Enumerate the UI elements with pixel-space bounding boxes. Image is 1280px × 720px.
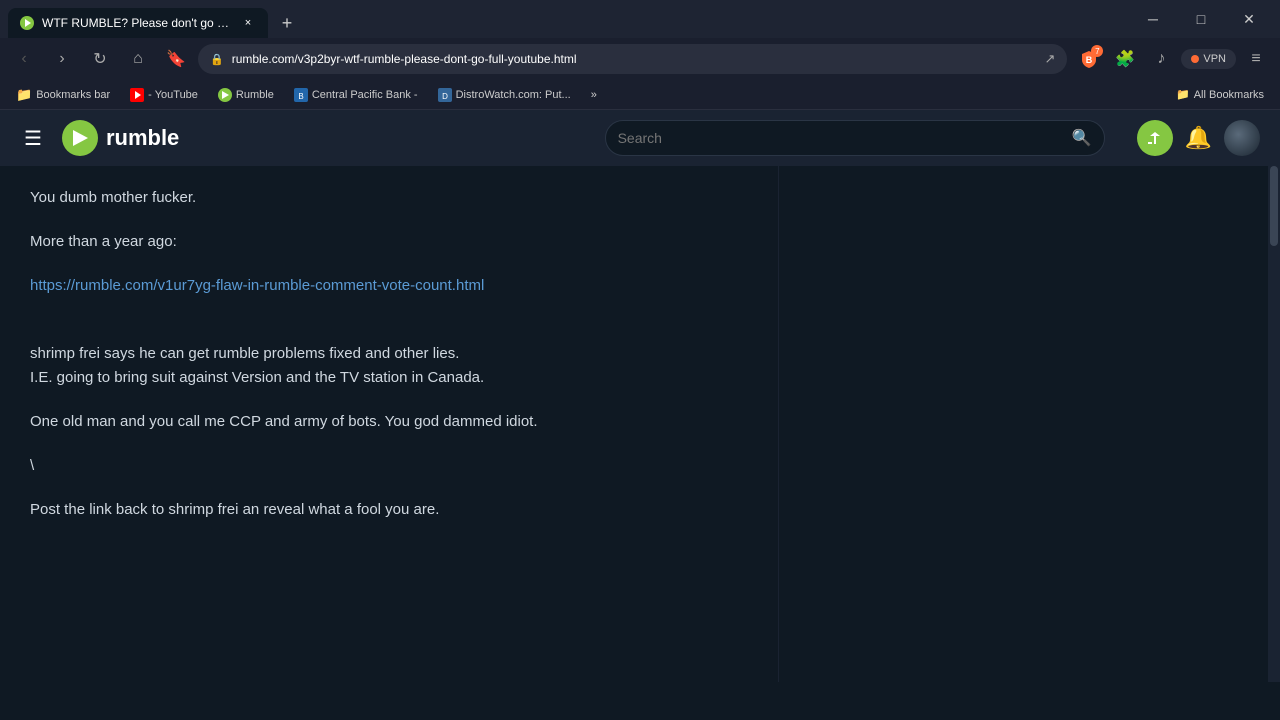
right-sidebar [778, 166, 1268, 682]
address-text: rumble.com/v3p2byr-wtf-rumble-please-don… [232, 52, 1037, 66]
comment-line-backslash: \ [30, 454, 740, 478]
bank-bookmark-label: Central Pacific Bank - [312, 89, 418, 101]
reload-button[interactable]: ↻ [84, 43, 116, 75]
bookmark-youtube[interactable]: - YouTube [122, 86, 206, 104]
svg-text:B: B [1086, 55, 1093, 65]
extensions-button[interactable]: 🧩 [1109, 43, 1141, 75]
vpn-button[interactable]: VPN [1181, 49, 1236, 69]
bank-favicon: B [294, 88, 308, 102]
music-button[interactable]: ♪ [1145, 43, 1177, 75]
browser-menu-button[interactable]: ≡ [1240, 43, 1272, 75]
tab-favicon [20, 16, 34, 30]
comment-content: You dumb mother fucker. More than a year… [0, 166, 770, 542]
search-bar[interactable]: 🔍 [605, 120, 1105, 156]
rumble-page: ☰ rumble 🔍 🔔 [0, 110, 1280, 682]
tab-title: WTF RUMBLE? Please don't go FUL [42, 16, 232, 30]
bookmarks-bar-label: Bookmarks bar [36, 89, 110, 101]
comment-text-post: Post the link back to shrimp frei an rev… [30, 501, 439, 518]
scrollbar-thumb[interactable] [1270, 166, 1278, 246]
upload-button[interactable] [1137, 120, 1173, 156]
window-close-button[interactable]: ✕ [1226, 0, 1272, 38]
navigation-bar: ‹ › ↻ ⌂ 🔖 🔒 rumble.com/v3p2byr-wtf-rumbl… [0, 38, 1280, 80]
tab-bar: WTF RUMBLE? Please don't go FUL × + ─ □ … [0, 0, 1280, 38]
back-button[interactable]: ‹ [8, 43, 40, 75]
svg-text:B: B [298, 92, 303, 101]
comment-line-2: More than a year ago: [30, 230, 740, 254]
brave-shields-button[interactable]: B 7 [1073, 43, 1105, 75]
rumble-favicon [218, 88, 232, 102]
svg-text:D: D [442, 92, 448, 101]
comment-link-paragraph: https://rumble.com/v1ur7yg-flaw-in-rumbl… [30, 274, 740, 298]
comment-text-1: You dumb mother fucker. [30, 189, 196, 206]
comment-text-ie: I.E. going to bring suit against Version… [30, 369, 484, 386]
scrollbar-track[interactable] [1268, 166, 1280, 682]
comment-text-backslash: \ [30, 457, 34, 474]
content-scroll-area[interactable]: You dumb mother fucker. More than a year… [0, 166, 778, 682]
comment-text-oldman: One old man and you call me CCP and army… [30, 413, 538, 430]
rumble-logo[interactable]: rumble [62, 120, 179, 156]
rumble-menu-button[interactable]: ☰ [20, 122, 46, 155]
comment-line-ie: I.E. going to bring suit against Version… [30, 366, 740, 390]
lock-icon: 🔒 [210, 53, 224, 66]
browser-window: WTF RUMBLE? Please don't go FUL × + ─ □ … [0, 0, 1280, 682]
comment-line-1: You dumb mother fucker. [30, 186, 740, 210]
brave-badge-count: 7 [1091, 45, 1103, 57]
notification-button[interactable]: 🔔 [1185, 125, 1212, 151]
vpn-status-dot [1191, 55, 1199, 63]
rumble-logo-text: rumble [106, 125, 179, 151]
search-input[interactable] [618, 130, 1064, 146]
rumble-logo-icon [62, 120, 98, 156]
comment-line-shrimp: shrimp frei says he can get rumble probl… [30, 342, 740, 366]
youtube-bookmark-label: - YouTube [148, 89, 198, 101]
new-tab-button[interactable]: + [272, 8, 302, 38]
comment-text-2: More than a year ago: [30, 233, 177, 250]
bookmark-folder[interactable]: 📁 Bookmarks bar [8, 85, 118, 105]
active-tab[interactable]: WTF RUMBLE? Please don't go FUL × [8, 8, 268, 38]
all-bookmarks-label: All Bookmarks [1194, 89, 1264, 101]
folder-icon-all: 📁 [1176, 88, 1190, 101]
vpn-label: VPN [1203, 53, 1226, 65]
header-actions: 🔔 [1137, 120, 1260, 156]
forward-button[interactable]: › [46, 43, 78, 75]
youtube-favicon [130, 88, 144, 102]
bookmark-distrowatch[interactable]: D DistroWatch.com: Put... [430, 86, 579, 104]
bookmark-rumble[interactable]: Rumble [210, 86, 282, 104]
user-avatar[interactable] [1224, 120, 1260, 156]
bookmarks-more-button[interactable]: » [583, 87, 605, 103]
folder-icon: 📁 [16, 87, 32, 103]
distrowatch-favicon: D [438, 88, 452, 102]
tab-close-button[interactable]: × [240, 15, 256, 31]
comment-link[interactable]: https://rumble.com/v1ur7yg-flaw-in-rumbl… [30, 277, 484, 294]
rumble-bookmark-label: Rumble [236, 89, 274, 101]
nav-right-actions: B 7 🧩 ♪ VPN ≡ [1073, 43, 1272, 75]
window-maximize-button[interactable]: □ [1178, 0, 1224, 38]
share-icon[interactable]: ↗ [1044, 51, 1055, 67]
window-minimize-button[interactable]: ─ [1130, 0, 1176, 38]
all-bookmarks-button[interactable]: 📁 All Bookmarks [1168, 86, 1272, 103]
bookmarks-bar: 📁 Bookmarks bar - YouTube Rumble B Centr… [0, 80, 1280, 110]
avatar-image [1224, 120, 1260, 156]
search-icon[interactable]: 🔍 [1072, 128, 1092, 148]
bookmark-bank[interactable]: B Central Pacific Bank - [286, 86, 426, 104]
comment-line-oldman: One old man and you call me CCP and army… [30, 410, 740, 434]
address-bar[interactable]: 🔒 rumble.com/v3p2byr-wtf-rumble-please-d… [198, 44, 1067, 74]
window-controls: ─ □ ✕ [1130, 0, 1272, 38]
home-button[interactable]: ⌂ [122, 43, 154, 75]
bookmark-button[interactable]: 🔖 [160, 43, 192, 75]
distrowatch-bookmark-label: DistroWatch.com: Put... [456, 89, 571, 101]
comment-text-shrimp: shrimp frei says he can get rumble probl… [30, 345, 459, 362]
page-content: You dumb mother fucker. More than a year… [0, 166, 1280, 682]
rumble-header: ☰ rumble 🔍 🔔 [0, 110, 1280, 166]
comment-line-post: Post the link back to shrimp frei an rev… [30, 498, 740, 522]
